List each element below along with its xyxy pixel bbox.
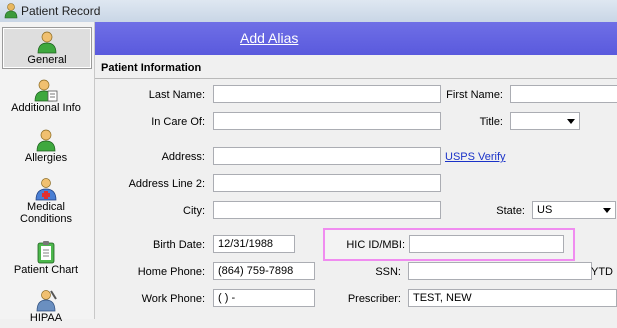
sidebar-item-label: Allergies (24, 152, 68, 164)
header-band: Add Alias (95, 22, 617, 55)
last-name-label: Last Name: (148, 89, 205, 101)
sidebar-item-label: Patient Chart (13, 264, 79, 276)
person-green-icon (37, 31, 57, 54)
title-label: Title: (479, 116, 503, 128)
hipaa-icon (36, 290, 57, 312)
last-name-field[interactable] (213, 85, 441, 103)
patient-info-panel: Patient Information Last Name: First Nam… (95, 55, 617, 319)
sidebar-item-allergies[interactable]: Allergies (2, 128, 90, 168)
ytd-label: YTD (591, 266, 613, 278)
home-phone-field[interactable]: (864) 759-7898 (213, 262, 315, 280)
usps-verify-link[interactable]: USPS Verify (445, 151, 506, 163)
state-label: State: (496, 205, 525, 217)
birth-date-label: Birth Date: (153, 239, 205, 251)
section-title: Patient Information (101, 62, 202, 74)
sidebar-item-general[interactable]: General (2, 27, 92, 69)
sidebar-item-medical-conditions[interactable]: Medical Conditions (2, 177, 90, 229)
chevron-down-icon (603, 208, 611, 213)
sidebar-item-additional-info[interactable]: Additional Info (2, 78, 90, 118)
address-line-2-field[interactable] (213, 174, 441, 192)
add-alias-link[interactable]: Add Alias (240, 30, 298, 46)
window-title: Patient Record (21, 4, 101, 18)
sidebar-item-label-line2: Conditions (20, 213, 72, 225)
address-label: Address: (161, 151, 205, 163)
state-select-value: US (537, 204, 553, 216)
title-bar: Patient Record (0, 0, 617, 23)
prescriber-label: Prescriber: (347, 293, 401, 305)
city-label: City: (183, 205, 205, 217)
sidebar-item-patient-chart[interactable]: Patient Chart (2, 240, 90, 280)
sidebar-item-label: HIPAA (29, 312, 63, 324)
first-name-field[interactable] (510, 85, 617, 103)
hic-id-label: HIC ID/MBI: (346, 239, 405, 251)
chart-clipboard-icon (37, 241, 55, 264)
ssn-field[interactable] (408, 262, 592, 280)
first-name-label: First Name: (446, 89, 503, 101)
medical-cross-icon (35, 178, 57, 201)
address-field[interactable] (213, 147, 441, 165)
prescriber-field[interactable]: TEST, NEW (408, 289, 617, 307)
sidebar: General Additional Info Allergies Medica… (0, 22, 95, 324)
sidebar-item-hipaa[interactable]: HIPAA (2, 288, 90, 328)
ssn-label: SSN: (375, 266, 401, 278)
person-green-icon (36, 129, 56, 152)
sidebar-item-label: Additional Info (11, 102, 81, 114)
sidebar-item-label-line1: Medical (27, 201, 65, 213)
work-phone-label: Work Phone: (141, 293, 205, 305)
hic-id-field[interactable] (409, 235, 564, 253)
patient-icon (4, 3, 18, 19)
city-field[interactable] (213, 201, 441, 219)
chevron-down-icon (567, 119, 575, 124)
title-select[interactable] (510, 112, 580, 130)
birth-date-field[interactable]: 12/31/1988 (213, 235, 295, 253)
in-care-of-field[interactable] (213, 112, 441, 130)
address-line-2-label: Address Line 2: (128, 178, 205, 190)
in-care-of-label: In Care Of: (151, 116, 205, 128)
sidebar-item-label: General (27, 54, 67, 66)
home-phone-label: Home Phone: (137, 266, 205, 278)
work-phone-field[interactable]: ( ) - (213, 289, 315, 307)
state-select[interactable]: US (532, 201, 616, 219)
person-info-icon (34, 79, 58, 102)
section-divider (95, 78, 617, 79)
